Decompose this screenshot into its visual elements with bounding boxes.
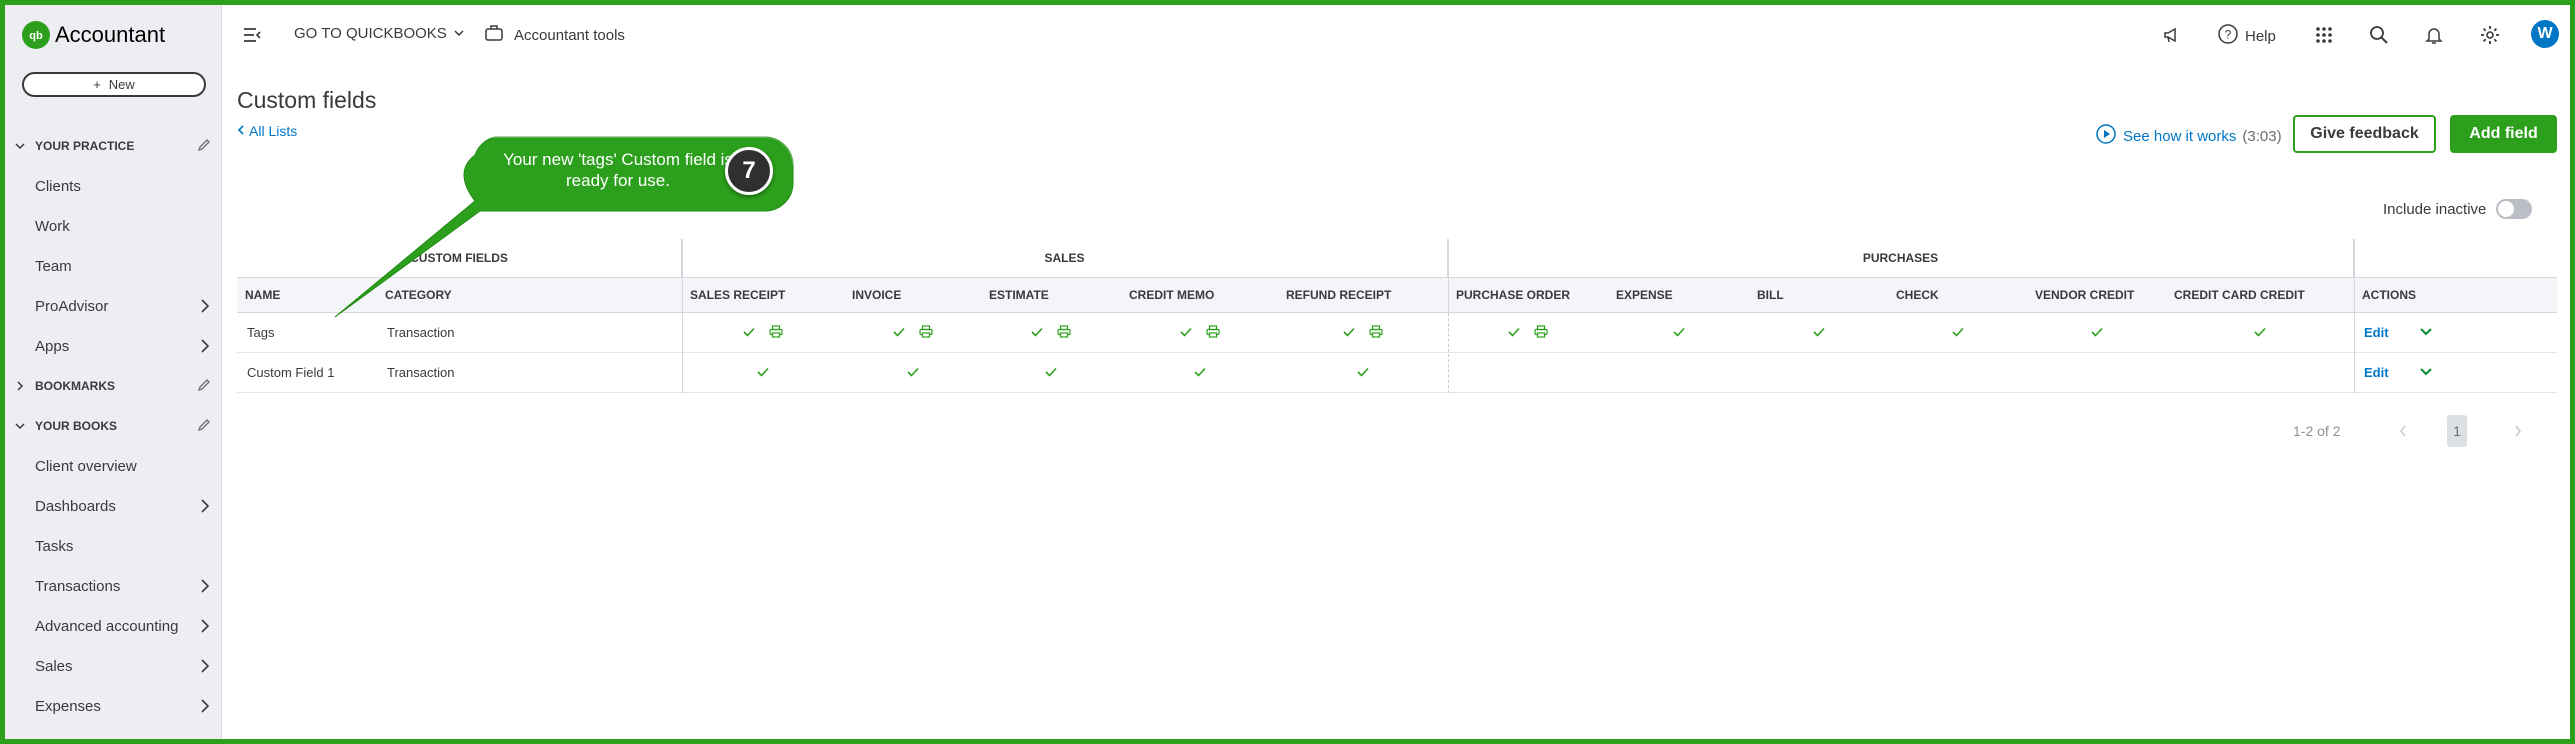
step-number-badge: 7 (725, 147, 773, 195)
app-window: qb Accountant + New YOUR PRACTICE Client… (5, 5, 2570, 739)
callout-text: Your new 'tags' Custom field is ready fo… (503, 150, 733, 190)
callout-bubble (334, 136, 794, 318)
